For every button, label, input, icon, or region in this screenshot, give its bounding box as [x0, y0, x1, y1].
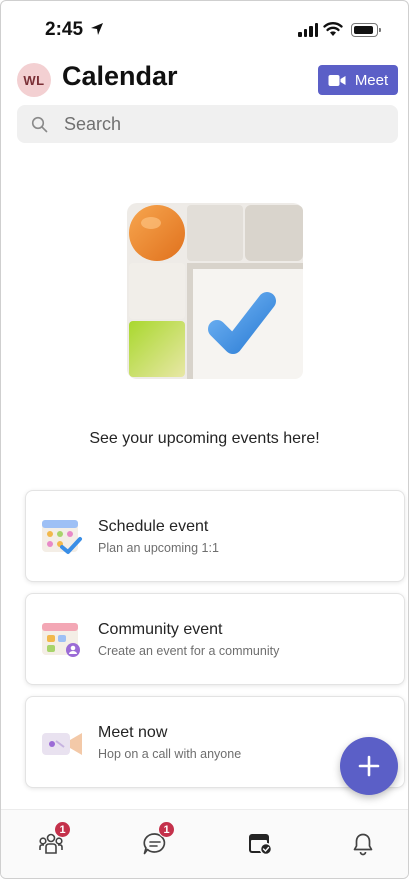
tab-communities[interactable]: 1 [31, 821, 71, 864]
card-title: Schedule event [98, 518, 209, 535]
meet-button-label: Meet [354, 71, 389, 89]
tab-calendar[interactable] [240, 824, 280, 864]
video-camera-icon [42, 733, 82, 755]
cellular-signal-icon [298, 23, 318, 37]
card-subtitle: Hop on a call with anyone [98, 747, 242, 761]
tab-chat[interactable]: 1 [135, 821, 175, 864]
card-subtitle: Create an event for a community [98, 644, 280, 658]
tab-activity[interactable] [343, 824, 383, 864]
bell-icon [353, 833, 373, 856]
avatar[interactable]: WL [17, 63, 51, 97]
wifi-icon [323, 22, 343, 36]
calendar-illustration [127, 203, 303, 379]
card-subtitle: Plan an upcoming 1:1 [98, 541, 219, 555]
location-arrow-icon [91, 23, 103, 35]
card-title: Meet now [98, 724, 168, 741]
plus-icon [358, 755, 380, 777]
community-event-card[interactable]: Community event Create an event for a co… [25, 593, 405, 685]
meet-button[interactable]: Meet [318, 65, 398, 95]
notification-badge: 1 [54, 821, 71, 838]
calendar-icon [249, 834, 273, 856]
tab-bar: 1 1 [1, 809, 408, 878]
schedule-event-card[interactable]: Schedule event Plan an upcoming 1:1 [25, 490, 405, 582]
empty-state-message: See your upcoming events here! [89, 430, 320, 447]
status-bar: 2:45 [1, 1, 408, 53]
calendar-community-icon [42, 623, 80, 657]
video-camera-icon [328, 74, 346, 86]
card-title: Community event [98, 621, 223, 638]
notification-badge: 1 [158, 821, 175, 838]
page-title: Calendar [62, 61, 178, 91]
new-event-button[interactable] [340, 737, 398, 795]
calendar-check-icon [42, 520, 82, 554]
status-time: 2:45 [45, 19, 84, 40]
battery-icon [351, 23, 381, 37]
app-window: 2:45 WL Calendar Meet Search See your up… [0, 0, 409, 879]
search-icon [31, 116, 48, 132]
search-input[interactable]: Search [17, 105, 398, 143]
search-placeholder: Search [64, 113, 122, 134]
